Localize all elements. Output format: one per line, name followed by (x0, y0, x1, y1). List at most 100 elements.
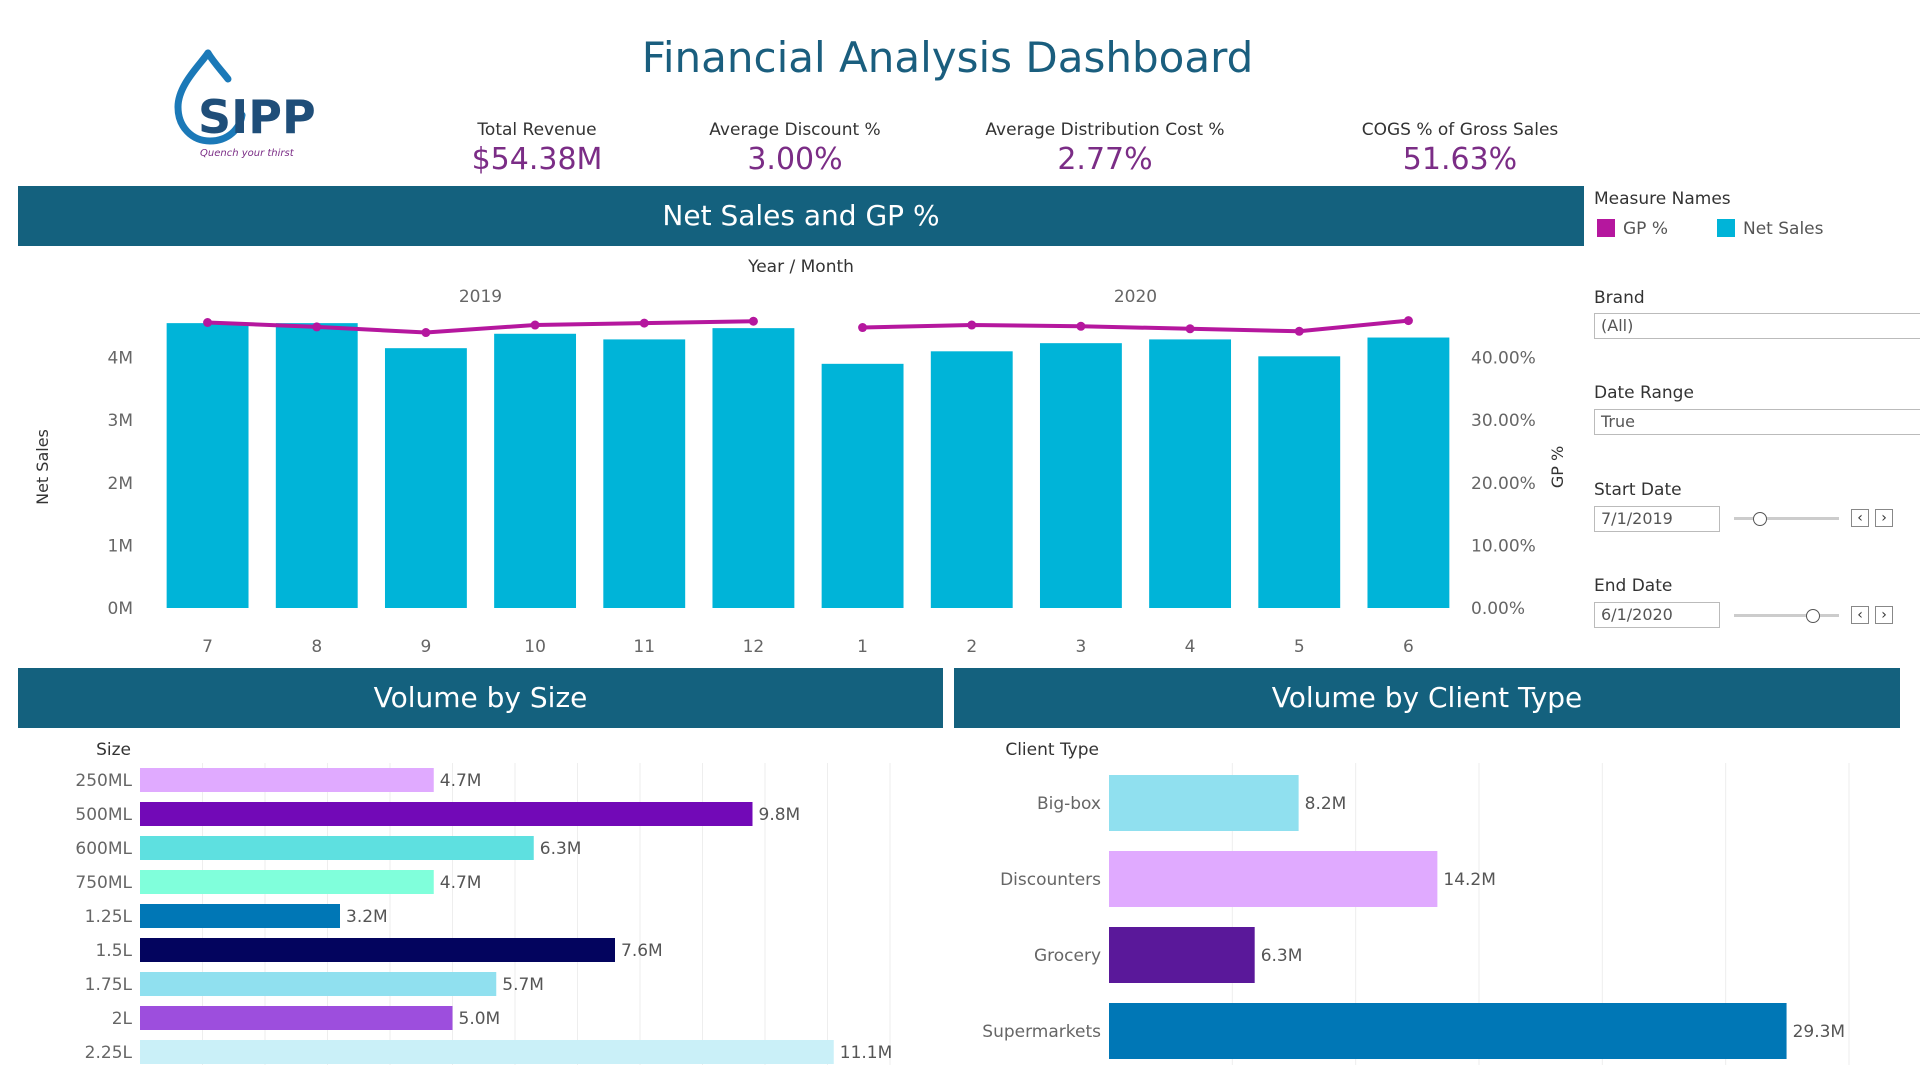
x-tick-label: 11 (633, 637, 655, 657)
kpi-average-discount-value: 3.00% (747, 142, 843, 177)
bar (140, 904, 340, 928)
brand-filter-label: Brand (1594, 288, 1645, 308)
bar (140, 836, 534, 860)
value-label: 11.1M (840, 1043, 893, 1063)
net-sales-bar (1367, 337, 1450, 608)
value-label: 3.2M (346, 907, 388, 927)
value-label: 29.3M (1793, 1022, 1846, 1042)
bar (140, 768, 434, 792)
net-sales-bar (821, 363, 904, 608)
y2-tick-label: 40.00% (1471, 349, 1536, 369)
gp-point (1185, 324, 1195, 334)
net-sales-gp-chart: Year / Month Net Sales GP % 2019 2020 0M 1M 2M 3… (33, 257, 1567, 657)
net-sales-bar (930, 351, 1013, 608)
volume-by-client-banner: Volume by Client Type (954, 668, 1900, 728)
net-sales-bar (384, 348, 467, 608)
x-tick-label: 1 (857, 637, 868, 657)
start-date-next-button[interactable]: › (1875, 509, 1893, 527)
legend-label-net-sales: Net Sales (1743, 219, 1824, 239)
net-sales-bar (1258, 356, 1341, 608)
category-label: 500ML (75, 805, 132, 825)
end-date-prev-button[interactable]: ‹ (1851, 606, 1869, 624)
x-tick-label: 8 (311, 637, 322, 657)
value-label: 9.8M (759, 805, 801, 825)
category-label: 2.25L (85, 1043, 133, 1063)
category-label: Big-box (1037, 794, 1101, 814)
net-sales-bar (166, 323, 249, 608)
value-label: 5.7M (502, 975, 544, 995)
x-tick-label: 7 (202, 637, 213, 657)
start-date-prev-button[interactable]: ‹ (1851, 509, 1869, 527)
bar (140, 1040, 834, 1064)
bar (140, 802, 753, 826)
bar (1109, 927, 1255, 983)
end-date-input[interactable]: 6/1/2020 (1594, 602, 1720, 628)
x-tick-label: 5 (1294, 637, 1305, 657)
legend-item-net-sales[interactable]: Net Sales (1717, 219, 1824, 239)
volume-by-size-banner: Volume by Size (18, 668, 943, 728)
end-date-label: End Date (1594, 576, 1673, 596)
gp-line-2020 (862, 318, 1409, 334)
net-sales-bar (1039, 343, 1122, 608)
y2-tick-label: 20.00% (1471, 474, 1536, 494)
value-label: 7.6M (621, 941, 663, 961)
gp-swatch (1597, 219, 1615, 237)
bar (1109, 851, 1438, 907)
bar (140, 1006, 453, 1030)
y-tick-label: 0M (108, 599, 133, 619)
value-label: 8.2M (1305, 794, 1347, 814)
value-label: 6.3M (1261, 946, 1303, 966)
gp-point (1294, 326, 1304, 336)
start-date-input[interactable]: 7/1/2019 (1594, 506, 1720, 532)
category-axis-title: Size (96, 740, 131, 760)
volume-by-size-chart: Size 250ML 4.7M 500ML 9.8M 600ML 6.3M 750ML 4.7M… (75, 740, 893, 1065)
category-label: 250ML (75, 771, 132, 791)
category-label: Grocery (1034, 946, 1101, 966)
y2-tick-label: 0.00% (1471, 599, 1525, 619)
legend-title: Measure Names (1594, 189, 1731, 209)
y2-axis-title: GP % (1548, 446, 1567, 488)
gp-point (1403, 316, 1413, 326)
value-label: 6.3M (540, 839, 582, 859)
start-date-slider-knob[interactable] (1753, 512, 1768, 526)
brand-dropdown[interactable]: (All) ▼ (1594, 313, 1920, 339)
end-date-slider-knob[interactable] (1805, 609, 1820, 623)
category-label: 750ML (75, 873, 132, 893)
logo-text: SIPP (198, 90, 316, 144)
net-sales-banner: Net Sales and GP % (18, 186, 1584, 246)
y-tick-label: 1M (108, 536, 133, 556)
bar (140, 938, 615, 962)
category-label: 1.25L (85, 907, 133, 927)
y-tick-label: 4M (108, 349, 133, 369)
gp-point (1076, 321, 1086, 331)
bar (140, 972, 497, 996)
date-range-dropdown[interactable]: True ▼ (1594, 409, 1920, 435)
gp-point (421, 328, 431, 338)
net-sales-bar (494, 333, 577, 608)
end-date-slider[interactable] (1734, 609, 1839, 623)
legend-item-gp[interactable]: GP % (1597, 219, 1668, 239)
gp-point (530, 320, 540, 330)
dashboard-title: Financial Analysis Dashboard (641, 33, 1254, 82)
gp-point (748, 316, 758, 326)
year-label-2019: 2019 (459, 287, 502, 307)
value-label: 14.2M (1443, 870, 1496, 890)
start-date-label: Start Date (1594, 480, 1682, 500)
kpi-cogs-label: COGS % of Gross Sales (1361, 120, 1559, 140)
y-tick-label: 2M (108, 474, 133, 494)
y2-tick-label: 30.00% (1471, 411, 1536, 431)
gp-point (967, 320, 977, 330)
value-label: 4.7M (440, 873, 482, 893)
x-tick-label: 12 (743, 637, 765, 657)
date-range-dropdown-value: True (1601, 412, 1635, 431)
gp-point (639, 318, 649, 328)
start-date-slider[interactable] (1734, 512, 1839, 526)
kpi-average-discount-label: Average Discount % (709, 120, 881, 140)
x-tick-label: 3 (1076, 637, 1087, 657)
end-date-next-button[interactable]: › (1875, 606, 1893, 624)
kpi-total-revenue-label: Total Revenue (477, 120, 597, 140)
net-sales-bar (275, 323, 358, 608)
kpi-cogs-value: 51.63% (1402, 142, 1518, 177)
category-label: Discounters (1000, 870, 1101, 890)
bar (140, 870, 434, 894)
